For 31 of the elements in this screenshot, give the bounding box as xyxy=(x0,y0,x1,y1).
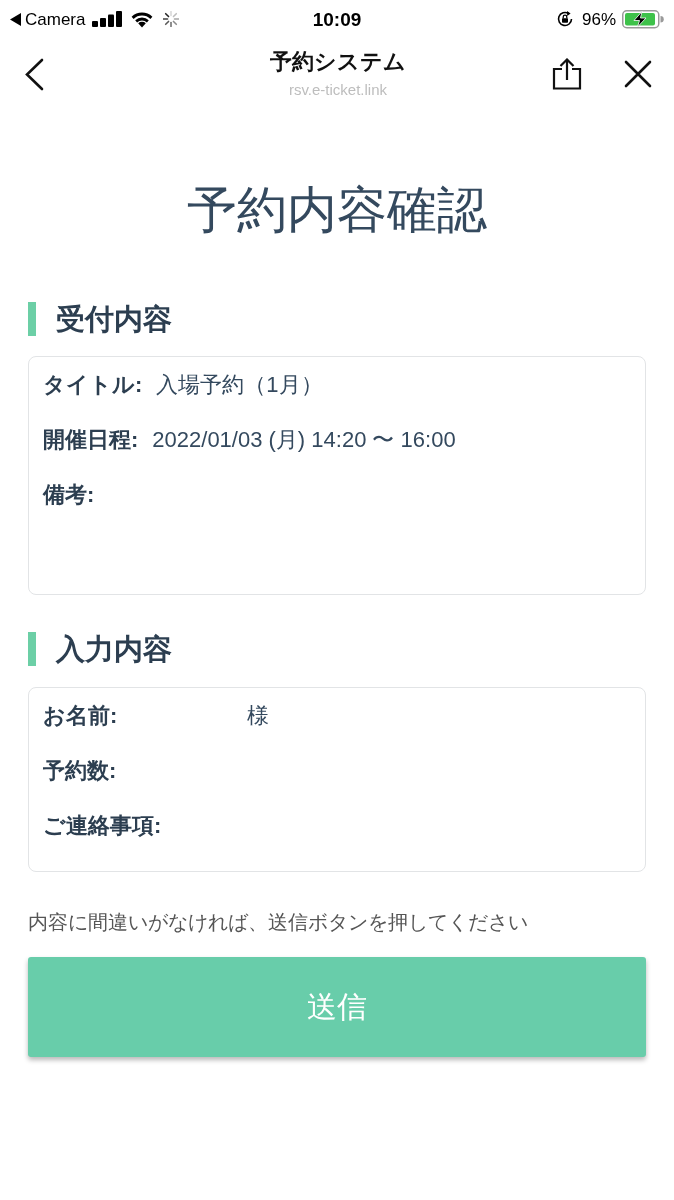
back-triangle-icon xyxy=(10,12,21,26)
battery-percent: 96% xyxy=(582,10,616,28)
signal-bars-icon xyxy=(92,11,123,27)
site-url: rsv.e-ticket.link xyxy=(287,81,389,100)
field-value: 入場予約（1月） xyxy=(156,370,323,399)
field-value: 様 xyxy=(247,701,270,730)
field-label: 予約数: xyxy=(43,756,117,785)
close-icon xyxy=(624,60,652,88)
field-label: タイトル: xyxy=(43,370,143,399)
page-title: 予約内容確認 xyxy=(186,181,488,240)
close-button[interactable] xyxy=(624,60,652,88)
section-accent-bar xyxy=(28,632,36,667)
back-to-app-link[interactable]: Camera xyxy=(10,10,86,28)
page-header-title: 予約システム xyxy=(270,48,406,76)
instruction-text: 内容に間違いがなければ、送信ボタンを押してください xyxy=(28,909,529,935)
loading-spinner-icon xyxy=(163,11,180,27)
section-accent-bar xyxy=(28,302,36,337)
rotation-lock-icon xyxy=(556,10,574,28)
section-heading: 入力内容 xyxy=(56,631,172,667)
section-heading: 受付内容 xyxy=(56,302,172,337)
share-button[interactable] xyxy=(552,58,582,90)
wifi-icon xyxy=(130,10,155,28)
field-label: お名前: xyxy=(43,701,118,730)
field-value: 2022/01/03 (月) 14:20 〜 16:00 xyxy=(152,425,456,454)
clock-time: 10:09 xyxy=(312,9,362,29)
field-label: 開催日程: xyxy=(43,425,139,454)
field-label: ご連絡事項: xyxy=(43,811,162,840)
field-label: 備考: xyxy=(43,480,95,509)
share-icon xyxy=(552,58,582,90)
back-chevron-icon xyxy=(24,57,44,91)
back-button[interactable] xyxy=(24,57,44,91)
